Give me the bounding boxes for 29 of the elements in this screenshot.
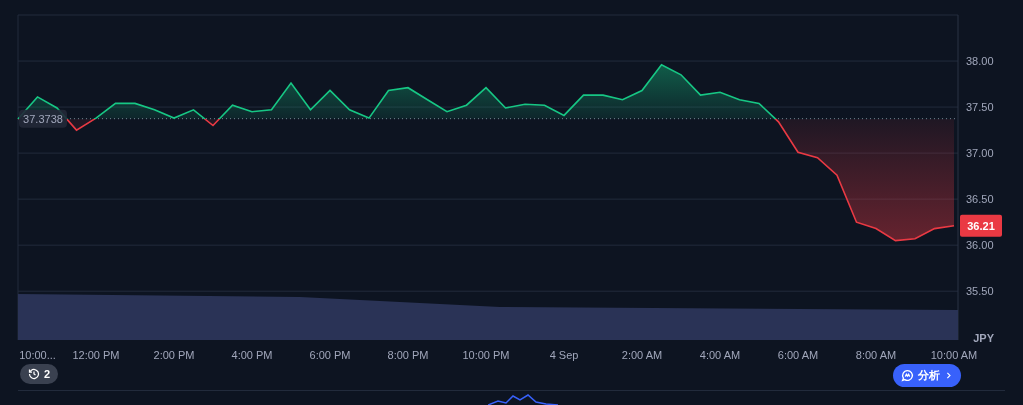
x-axis-label: 10:00 AM: [930, 349, 978, 361]
navigator-sparkline: [488, 393, 558, 405]
x-axis-label: 4 Sep: [549, 349, 579, 361]
y-axis-label: 37.00: [966, 147, 994, 160]
x-axis-label: 8:00 AM: [855, 349, 897, 361]
x-axis-label: 10:00 PM: [462, 349, 510, 361]
y-axis-label: 38.00: [966, 55, 994, 68]
chevron-right-icon: [944, 371, 953, 380]
ref-line-label: 37.3738: [23, 112, 63, 125]
currency-label: JPY: [973, 332, 994, 344]
reference-line-label: 37.3738: [19, 109, 67, 128]
history-icon: [28, 368, 40, 380]
x-axis-label: 6:00 PM: [309, 349, 351, 361]
x-axis-label: 8:00 PM: [387, 349, 429, 361]
x-axis-label: 2:00 PM: [153, 349, 195, 361]
y-axis-label: 37.50: [966, 101, 994, 114]
x-axis-label: 10:00...: [19, 349, 56, 361]
chat-bubble-icon: [901, 369, 914, 382]
y-axis-label: 36.00: [966, 239, 994, 252]
analysis-button[interactable]: 分析: [893, 364, 961, 387]
x-axis-label: 6:00 AM: [777, 349, 819, 361]
x-axis-label: 12:00 PM: [72, 349, 120, 361]
history-button[interactable]: 2: [20, 364, 59, 384]
x-axis-label: 2:00 AM: [621, 349, 663, 361]
x-axis-label: 4:00 PM: [231, 349, 273, 361]
x-axis-label: 4:00 AM: [699, 349, 741, 361]
current-price-tag: 36.21: [960, 214, 1002, 237]
y-axis-label: 35.50: [966, 285, 994, 298]
y-axis-label: 36.50: [966, 193, 994, 206]
